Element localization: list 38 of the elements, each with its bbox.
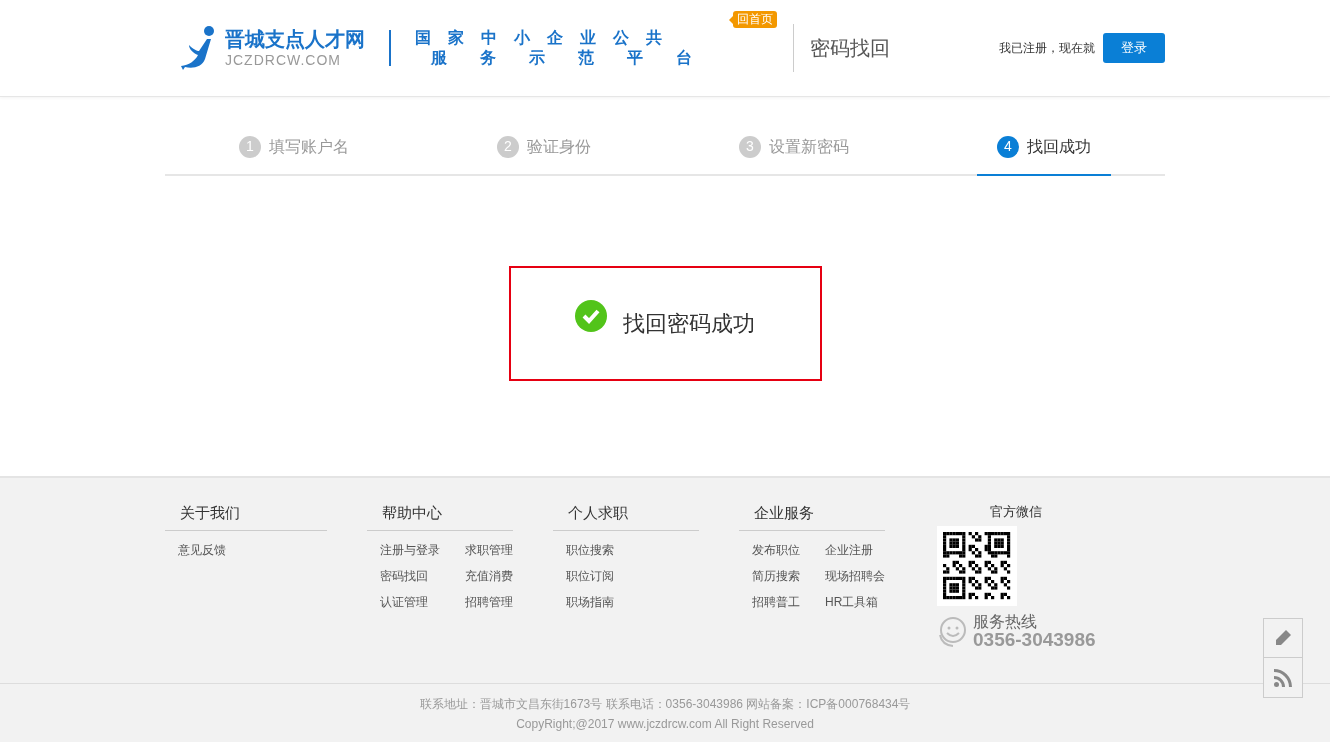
headset-smiley-icon [937, 614, 969, 649]
footer-link[interactable]: 简历搜索 [752, 566, 800, 585]
footer-heading: 帮助中心 [367, 502, 513, 531]
result-message: 找回密码成功 [623, 310, 755, 338]
footer-link[interactable]: 密码找回 [380, 566, 440, 585]
login-button[interactable]: 登录 [1103, 33, 1165, 63]
footer-link[interactable]: 职位订阅 [566, 566, 614, 585]
footer-link[interactable]: 发布职位 [752, 540, 800, 559]
footer-link[interactable]: 现场招聘会 [825, 566, 885, 585]
footer-heading: 个人求职 [553, 502, 699, 531]
footer-link[interactable]: 职场指南 [566, 592, 614, 611]
footer-link[interactable]: 认证管理 [380, 592, 440, 611]
slogan-text: 国家中小企业公共 [415, 28, 680, 48]
footer-link[interactable]: 企业注册 [825, 540, 885, 559]
site-logo[interactable]: 晋城支点人才网 JCZDRCW.COM [181, 25, 365, 71]
footer-link[interactable]: 注册与登录 [380, 540, 440, 559]
wechat-title: 官方微信 [989, 503, 1044, 521]
footer-link[interactable]: 招聘管理 [465, 592, 513, 611]
edit-button[interactable] [1263, 618, 1303, 658]
rss-button[interactable] [1263, 658, 1303, 698]
footer-link[interactable]: 求职管理 [465, 540, 513, 559]
footer-link[interactable]: HR工具箱 [825, 592, 885, 611]
footer-link[interactable]: 招聘普工 [752, 592, 800, 611]
slogan-text: 服务示范平台 [430, 48, 725, 68]
copyright-text: CopyRight;@2017 www.jczdrcw.com All Right Reserved [516, 717, 814, 731]
hotline-label: 服务热线 [973, 613, 1038, 630]
rss-icon [1273, 667, 1293, 688]
footer-link[interactable]: 充值消费 [465, 566, 513, 585]
pencil-icon [1274, 629, 1292, 647]
footer-heading: 关于我们 [165, 502, 327, 531]
address-line: 联系地址：晋城市文昌东街1673号 联系电话：0356-3043986 网站备案：ICP备000768434号 [419, 697, 911, 711]
check-icon [575, 299, 607, 332]
footer-link[interactable]: 意见反馈 [178, 540, 226, 559]
footer-heading: 企业服务 [739, 502, 885, 531]
page-title: 密码找回 [810, 36, 890, 61]
footer-link[interactable]: 职位搜索 [566, 540, 614, 559]
login-prompt: 我已注册，现在就 [999, 40, 1095, 57]
hotline-number: 0356-3043986 [973, 629, 1096, 651]
